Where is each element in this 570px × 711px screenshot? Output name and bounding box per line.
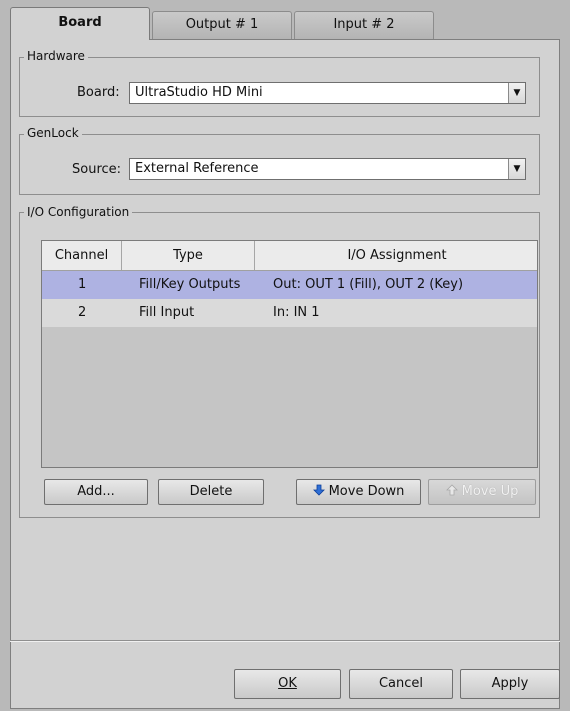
- cancel-button[interactable]: Cancel: [349, 669, 453, 699]
- assignment-cell: In: IN 1: [273, 305, 320, 320]
- channel-list[interactable]: Channel Type I/O Assignment 1 Fill/Key O…: [41, 240, 538, 468]
- board-label: Board:: [77, 85, 120, 100]
- footer-separator: [10, 640, 560, 642]
- source-label: Source:: [72, 162, 122, 177]
- chevron-down-icon[interactable]: ▼: [508, 83, 525, 103]
- hardware-group-title: Hardware: [24, 49, 88, 63]
- genlock-group-title: GenLock: [24, 126, 82, 140]
- source-select[interactable]: External Reference ▼: [129, 158, 526, 180]
- column-header-io-assignment[interactable]: I/O Assignment: [255, 241, 539, 270]
- source-select-value: External Reference: [135, 161, 259, 176]
- table-row[interactable]: 1 Fill/Key Outputs Out: OUT 1 (Fill), OU…: [42, 271, 537, 299]
- chevron-down-icon[interactable]: ▼: [508, 159, 525, 179]
- table-row[interactable]: 2 Fill Input In: IN 1: [42, 299, 537, 327]
- assignment-cell: Out: OUT 1 (Fill), OUT 2 (Key): [273, 277, 464, 292]
- io-config-group-title: I/O Configuration: [24, 205, 133, 219]
- move-down-label: Move Down: [328, 484, 405, 499]
- apply-button[interactable]: Apply: [460, 669, 560, 699]
- delete-button[interactable]: Delete: [158, 479, 264, 505]
- tab-output-1[interactable]: Output # 1: [152, 11, 292, 39]
- channel-cell: 2: [78, 305, 87, 320]
- column-header-type[interactable]: Type: [122, 241, 255, 270]
- move-up-button[interactable]: Move Up: [428, 479, 536, 505]
- cancel-label: Cancel: [378, 676, 424, 691]
- move-down-button[interactable]: Move Down: [296, 479, 421, 505]
- add-button[interactable]: Add...: [44, 479, 148, 505]
- type-cell: Fill Input: [139, 305, 195, 320]
- move-up-label: Move Up: [461, 484, 519, 499]
- type-cell: Fill/Key Outputs: [139, 277, 241, 292]
- board-select[interactable]: UltraStudio HD Mini ▼: [129, 82, 526, 104]
- tab-board[interactable]: Board: [10, 7, 150, 40]
- apply-label: Apply: [491, 676, 529, 691]
- arrow-up-icon: [445, 480, 458, 504]
- ok-button[interactable]: OK: [234, 669, 341, 699]
- channel-cell: 1: [78, 277, 87, 292]
- list-header: Channel Type I/O Assignment: [42, 241, 537, 271]
- arrow-down-icon: [312, 480, 325, 504]
- ok-label: OK: [278, 676, 297, 691]
- tab-input-2[interactable]: Input # 2: [294, 11, 434, 39]
- column-header-channel[interactable]: Channel: [42, 241, 122, 270]
- board-select-value: UltraStudio HD Mini: [135, 85, 263, 100]
